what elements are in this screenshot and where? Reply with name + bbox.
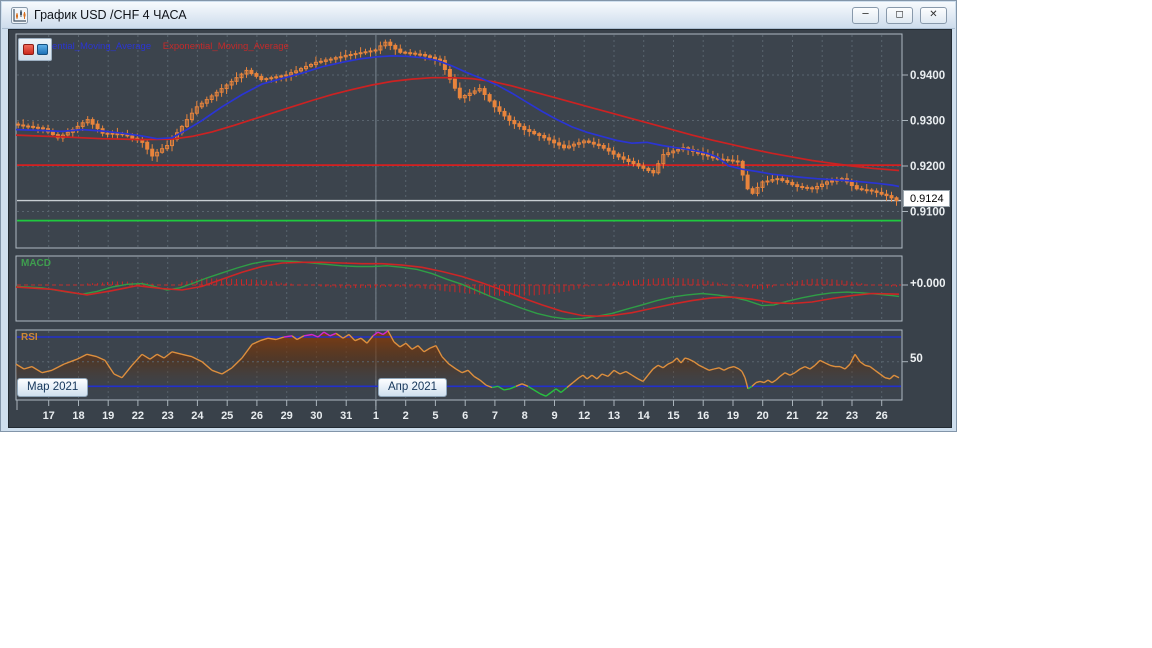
current-price-badge: 0.9124: [903, 190, 950, 207]
indicator-blue-button[interactable]: [36, 44, 48, 55]
close-icon: ✕: [929, 9, 938, 20]
rsi-50-axis-label: 50: [910, 353, 923, 365]
time-axis-label: 24: [191, 410, 204, 422]
month-marker-mar: Мар 2021: [17, 378, 89, 397]
main-panel: [15, 33, 903, 249]
price-axis-label: 0.9400: [910, 70, 945, 82]
time-axis-label: 7: [492, 410, 498, 422]
indicator-buttons-panel: [18, 38, 52, 61]
time-axis-label: 21: [786, 410, 798, 422]
time-axis-label: 23: [846, 410, 858, 422]
chart-window: График USD /CHF 4 ЧАСА ─ ◻ ✕ 0.9400 0.930…: [0, 0, 957, 432]
minimize-button[interactable]: ─: [852, 6, 879, 24]
time-axis-label: 29: [281, 410, 293, 422]
window-chart-icon: [10, 6, 28, 24]
time-axis-label: 13: [608, 410, 620, 422]
restore-button[interactable]: ◻: [886, 6, 913, 24]
time-axis-label: 26: [876, 410, 888, 422]
time-axis-label: 8: [522, 410, 528, 422]
rsi-panel-label: RSI: [21, 332, 38, 343]
time-axis-label: 22: [132, 410, 144, 422]
indicator-legend: ential_Moving_Average Exponential_Moving…: [52, 41, 289, 52]
legend-ema-slow: Exponential_Moving_Average: [162, 41, 289, 52]
chart-client-area: 0.9400 0.9300 0.9200 0.9100 17 18 19 22 23 24 25 26…: [8, 29, 952, 428]
time-axis-label: 23: [162, 410, 174, 422]
price-axis-labels: 0.9400 0.9300 0.9200 0.9100: [902, 70, 945, 363]
time-axis-label: 25: [221, 410, 233, 422]
time-axis-label: 5: [432, 410, 438, 422]
time-axis-label: 19: [727, 410, 739, 422]
time-axis-label: 14: [638, 410, 651, 422]
time-axis-label: 30: [310, 410, 322, 422]
time-axis-label: 19: [102, 410, 114, 422]
indicator-red-button[interactable]: [22, 44, 34, 55]
time-axis-label: 15: [667, 410, 679, 422]
time-axis-labels: 17 18 19 22 23 24 25 26 29 30 31 1 2 5 6 7 8 9 12 13 14 15 16 1…: [16, 400, 888, 422]
price-axis-label: 0.9100: [910, 207, 945, 219]
macd-zero-axis-label: +0.000: [910, 278, 946, 290]
price-axis-label: 0.9300: [910, 116, 945, 128]
time-axis-label: 17: [43, 410, 55, 422]
time-axis-label: 18: [72, 410, 84, 422]
close-button[interactable]: ✕: [920, 6, 947, 24]
month-marker-apr: Апр 2021: [378, 378, 448, 397]
time-axis-label: 12: [578, 410, 590, 422]
time-axis-label: 31: [340, 410, 352, 422]
minimize-icon: ─: [862, 9, 869, 20]
window-title: График USD /CHF 4 ЧАСА: [34, 8, 187, 22]
time-axis-label: 22: [816, 410, 828, 422]
price-axis-label: 0.9200: [910, 161, 945, 173]
macd-panel: [15, 255, 903, 322]
time-axis-label: 16: [697, 410, 709, 422]
macd-panel-label: MACD: [21, 258, 51, 269]
chart-canvas[interactable]: 0.94000.93000.92000.910017 18 19 22 23 24 25 26…: [9, 30, 953, 429]
window-titlebar[interactable]: График USD /CHF 4 ЧАСА ─ ◻ ✕: [2, 2, 955, 29]
time-axis-label: 20: [757, 410, 769, 422]
time-axis-label: 9: [551, 410, 557, 422]
time-axis-label: 6: [462, 410, 468, 422]
time-axis-label: 2: [403, 410, 409, 422]
time-axis-label: 1: [373, 410, 379, 422]
legend-ema-fast: ential_Moving_Average: [52, 41, 152, 52]
time-axis-label: 26: [251, 410, 263, 422]
restore-icon: ◻: [895, 9, 904, 20]
